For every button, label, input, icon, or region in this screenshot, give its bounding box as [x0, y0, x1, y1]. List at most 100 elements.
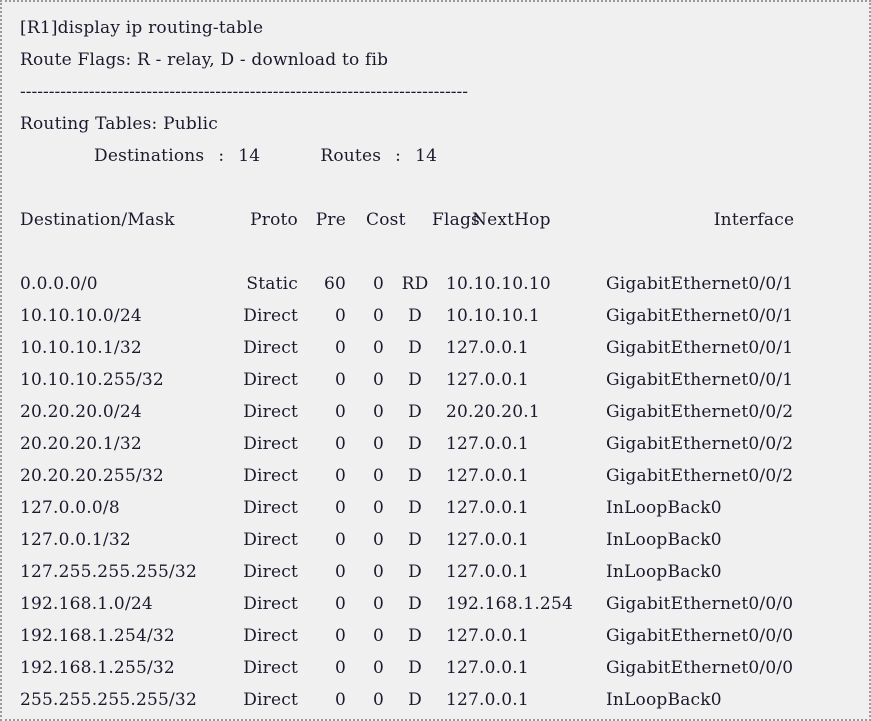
cell-interface: GigabitEthernet0/0/1 — [606, 306, 794, 326]
cell-nexthop: 10.10.10.10 — [446, 274, 551, 294]
cell-pre: 0 — [334, 370, 346, 390]
cell-flags: D — [408, 370, 422, 390]
cell-pre: 60 — [323, 274, 346, 294]
table-row: 20.20.20.1/32 Direct 0 0 D 127.0.0.1 GigabitEt… — [20, 428, 869, 460]
cell-pre: 0 — [334, 658, 346, 678]
cell-cost: 0 — [372, 530, 384, 550]
cell-destination: 10.10.10.1/32 — [20, 338, 142, 358]
cell-destination: 0.0.0.0/0 — [20, 274, 98, 294]
table-row: 127.0.0.0/8 Direct 0 0 D 127.0.0.1 InLoopBack0 — [20, 492, 869, 524]
space-4 — [381, 140, 395, 172]
table-row: 20.20.20.255/32 Direct 0 0 D 127.0.0.1 Gigabit… — [20, 460, 869, 492]
cell-destination: 255.255.255.255/32 — [20, 690, 197, 710]
table-row: 127.0.0.1/32 Direct 0 0 D 127.0.0.1 InLoopBack… — [20, 524, 869, 556]
cell-interface: InLoopBack0 — [606, 498, 722, 518]
cell-destination: 20.20.20.1/32 — [20, 434, 142, 454]
cell-destination: 192.168.1.255/32 — [20, 658, 175, 678]
space-2 — [224, 140, 238, 172]
table-row: 10.10.10.255/32 Direct 0 0 D 127.0.0.1 Gigabit… — [20, 364, 869, 396]
table-row: 10.10.10.1/32 Direct 0 0 D 127.0.0.1 GigabitEt… — [20, 332, 869, 364]
cell-pre: 0 — [334, 338, 346, 358]
column-header-flags: Flags — [432, 210, 480, 230]
cell-destination: 10.10.10.255/32 — [20, 370, 164, 390]
cell-interface: GigabitEthernet0/0/2 — [606, 434, 794, 454]
cell-proto: Direct — [243, 434, 298, 454]
column-header-interface: Interface — [713, 210, 795, 230]
cell-interface: GigabitEthernet0/0/0 — [606, 594, 794, 614]
cell-nexthop: 10.10.10.1 — [446, 306, 540, 326]
cell-pre: 0 — [334, 498, 346, 518]
cell-destination: 192.168.1.0/24 — [20, 594, 153, 614]
cell-flags: D — [408, 498, 422, 518]
space-5 — [401, 140, 415, 172]
cell-flags: D — [408, 530, 422, 550]
cell-pre: 0 — [334, 626, 346, 646]
cell-pre: 0 — [334, 530, 346, 550]
cell-nexthop: 127.0.0.1 — [446, 338, 529, 358]
table-row: 192.168.1.254/32 Direct 0 0 D 127.0.0.1 Gigabi… — [20, 620, 869, 652]
cell-nexthop: 127.0.0.1 — [446, 466, 529, 486]
column-header-nexthop: NextHop — [472, 210, 551, 230]
cell-flags: D — [408, 562, 422, 582]
terminal-output: [R1]display ip routing-table Route Flags:… — [2, 2, 869, 716]
cell-interface: GigabitEthernet0/0/2 — [606, 466, 794, 486]
routing-tables-line: Routing Tables: Public — [20, 114, 218, 134]
cell-destination: 127.0.0.0/8 — [20, 498, 120, 518]
cell-destination: 127.0.0.1/32 — [20, 530, 131, 550]
destinations-label: Destinations — [94, 146, 205, 166]
cell-nexthop: 127.0.0.1 — [446, 498, 529, 518]
cell-pre: 0 — [334, 434, 346, 454]
space-1 — [204, 140, 218, 172]
routes-label: Routes — [320, 146, 382, 166]
cell-nexthop: 20.20.20.1 — [446, 402, 540, 422]
table-row: 0.0.0.0/0 Static 60 0 RD 10.10.10.10 GigabitEt… — [20, 268, 869, 300]
cell-flags: D — [408, 658, 422, 678]
cell-destination: 20.20.20.0/24 — [20, 402, 142, 422]
cell-nexthop: 192.168.1.254 — [446, 594, 573, 614]
cell-proto: Direct — [243, 658, 298, 678]
cell-proto: Direct — [243, 562, 298, 582]
cell-cost: 0 — [372, 402, 384, 422]
cell-proto: Direct — [243, 306, 298, 326]
cell-flags: D — [408, 466, 422, 486]
cell-destination: 192.168.1.254/32 — [20, 626, 175, 646]
cell-pre: 0 — [334, 594, 346, 614]
cell-proto: Direct — [243, 530, 298, 550]
cell-interface: GigabitEthernet0/0/1 — [606, 338, 794, 358]
cell-cost: 0 — [372, 306, 384, 326]
cell-interface: GigabitEthernet0/0/0 — [606, 658, 794, 678]
cell-interface: GigabitEthernet0/0/2 — [606, 402, 794, 422]
cell-flags: D — [408, 626, 422, 646]
table-row: 255.255.255.255/32 Direct 0 0 D 127.0.0.1 InLo… — [20, 684, 869, 716]
routes-count: 14 — [415, 146, 438, 166]
route-flags-line: Route Flags: R - relay, D - download to … — [20, 50, 389, 70]
cell-flags: D — [408, 434, 422, 454]
column-header-proto: Proto — [250, 210, 298, 230]
cell-interface: InLoopBack0 — [606, 690, 722, 710]
cell-nexthop: 127.0.0.1 — [446, 658, 529, 678]
cell-flags: RD — [401, 274, 429, 294]
cell-cost: 0 — [372, 498, 384, 518]
cell-proto: Direct — [243, 498, 298, 518]
blank-line-1 — [20, 172, 869, 204]
cell-interface: InLoopBack0 — [606, 530, 722, 550]
cell-cost: 0 — [372, 370, 384, 390]
separator-rule: ----------------------------------------… — [20, 82, 469, 102]
cell-flags: D — [408, 306, 422, 326]
cell-flags: D — [408, 402, 422, 422]
cell-cost: 0 — [372, 434, 384, 454]
table-row: 10.10.10.0/24 Direct 0 0 D 10.10.10.1 GigabitE… — [20, 300, 869, 332]
cell-nexthop: 127.0.0.1 — [446, 562, 529, 582]
cell-destination: 20.20.20.255/32 — [20, 466, 164, 486]
cell-pre: 0 — [334, 690, 346, 710]
cell-cost: 0 — [372, 466, 384, 486]
cell-proto: Direct — [243, 690, 298, 710]
cell-nexthop: 127.0.0.1 — [446, 434, 529, 454]
cell-cost: 0 — [372, 658, 384, 678]
summary-indent — [20, 140, 94, 172]
column-header-pre: Pre — [315, 210, 346, 230]
cell-cost: 0 — [372, 626, 384, 646]
cell-pre: 0 — [334, 562, 346, 582]
cell-nexthop: 127.0.0.1 — [446, 690, 529, 710]
cell-proto: Direct — [243, 466, 298, 486]
